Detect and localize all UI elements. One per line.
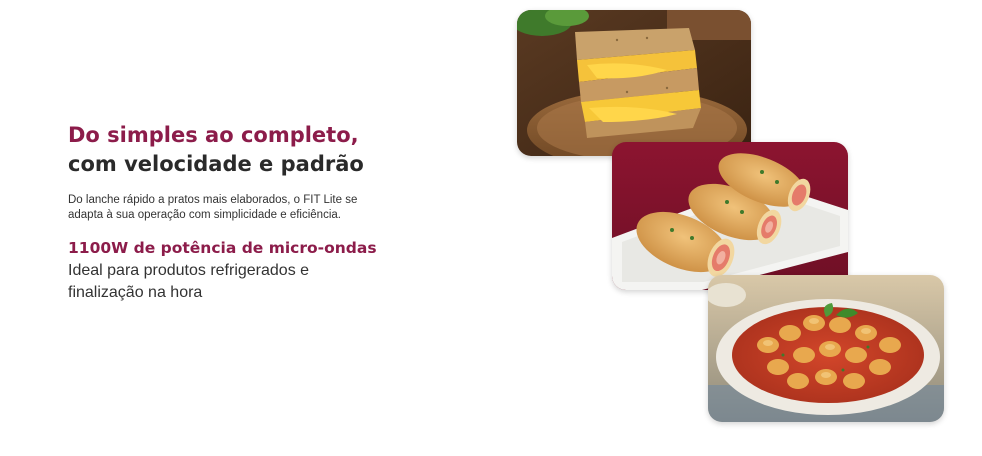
gnocchi-tomato-sauce-photo [708, 275, 944, 422]
power-description: Ideal para produtos refrigerados e final… [68, 262, 310, 301]
power-title: 1100W de potência de micro-ondas [68, 239, 377, 257]
grilled-cheese-sandwich-photo [517, 10, 751, 156]
feature-text-block: Do simples ao completo, com velocidade e… [68, 121, 428, 304]
page: Do simples ao completo, com velocidade e… [0, 0, 982, 456]
headline: Do simples ao completo, com velocidade e… [68, 121, 428, 179]
feature-description: Do lanche rápido a pratos mais elaborado… [68, 194, 358, 221]
ham-cheese-rolls-photo [612, 142, 848, 290]
headline-line-1: Do simples ao completo, [68, 123, 359, 147]
headline-line-2: com velocidade e padrão [68, 152, 364, 176]
